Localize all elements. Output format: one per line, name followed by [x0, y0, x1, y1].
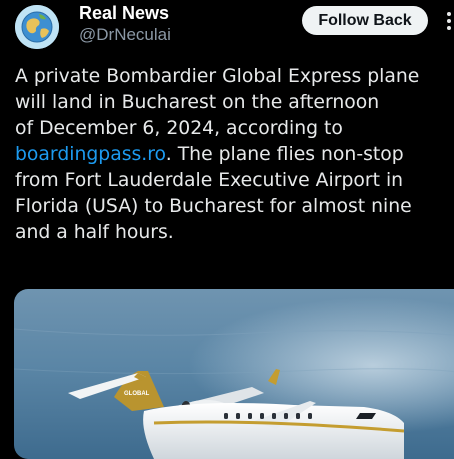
globe-icon	[15, 5, 59, 49]
tweet-text-line: will land in Bucharest on the afternoon	[15, 92, 380, 113]
livery-text: GLOBAL	[124, 391, 150, 397]
link-suffix: .	[165, 144, 172, 165]
author-handle[interactable]: @DrNeculai	[79, 24, 171, 46]
airplane-photo: GLOBAL	[14, 289, 454, 459]
tweet-text-line: of December 6, 2024, according to	[15, 118, 343, 139]
tweet-text: A private Bombardier Global Express plan…	[15, 64, 451, 246]
tweet-media-image[interactable]: GLOBAL	[14, 289, 454, 459]
author-display-name[interactable]: Real News	[79, 2, 169, 24]
tweet-text-line: Florida (USA) to Bucharest for almost ni…	[15, 196, 412, 217]
tweet-text-line: and a half hours.	[15, 222, 174, 243]
more-vertical-icon[interactable]	[437, 9, 454, 33]
avatar[interactable]	[15, 5, 59, 49]
tweet-text-line: A private Bombardier Global Express plan…	[15, 66, 420, 87]
follow-back-button[interactable]: Follow Back	[302, 6, 428, 35]
tweet-text-line: The plane flies non-stop	[177, 144, 404, 165]
tweet-text-line: from Fort Lauderdale Executive Airport i…	[15, 170, 404, 191]
boardingpass-link[interactable]: boardingpass.ro	[15, 144, 166, 165]
tweet-text-line-with-link: boardingpass.ro. The plane flies non-sto…	[15, 142, 451, 168]
